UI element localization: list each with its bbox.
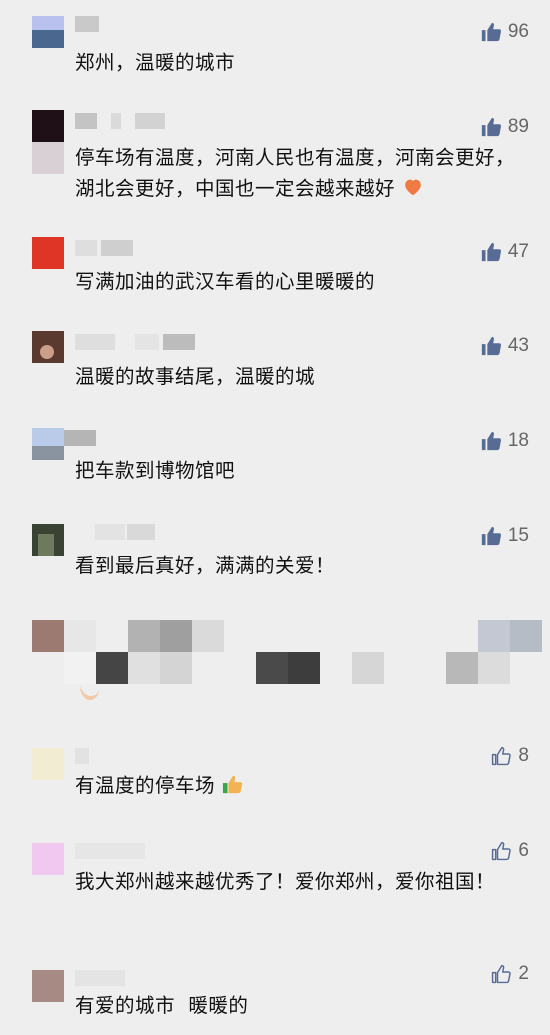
nickname-blurred[interactable] <box>75 970 125 986</box>
nickname-blurred[interactable] <box>75 334 195 350</box>
like-count: 96 <box>507 21 529 42</box>
like-count: 2 <box>518 963 529 984</box>
nickname-blurred[interactable] <box>75 240 133 256</box>
thumbs-up-icon <box>481 22 501 42</box>
thumbs-up-icon <box>481 336 501 356</box>
like-button[interactable]: 96 <box>480 20 529 44</box>
like-count: 18 <box>507 430 529 451</box>
nickname-blurred[interactable] <box>75 748 89 764</box>
avatar[interactable] <box>32 748 64 780</box>
thumbs-up-outline-icon <box>492 746 512 766</box>
like-button[interactable]: 43 <box>480 334 529 358</box>
avatar[interactable] <box>32 237 64 269</box>
avatar[interactable] <box>32 16 64 48</box>
comment-text: 写满加油的武汉车看的心里暖暖的 <box>75 270 376 293</box>
like-button[interactable]: 18 <box>480 429 529 453</box>
like-button[interactable]: 2 <box>490 962 529 986</box>
like-button[interactable]: 15 <box>480 524 529 548</box>
avatar[interactable] <box>32 331 64 363</box>
avatar[interactable] <box>32 970 64 1002</box>
nickname-blurred[interactable] <box>75 843 145 859</box>
avatar[interactable] <box>32 843 64 875</box>
comment-text-content: 停车场有温度，河南人民也有温度，河南会更好，湖北会更好，中国也一定会越来越好 <box>75 146 516 200</box>
nickname-blurred[interactable] <box>95 524 155 540</box>
like-count: 43 <box>507 335 529 356</box>
thumbs-up-icon <box>481 242 501 262</box>
avatar[interactable] <box>32 428 64 460</box>
thumbs-up-outline-icon <box>492 841 512 861</box>
comment-text: 把车款到博物馆吧 <box>75 459 236 482</box>
like-count: 89 <box>507 116 529 137</box>
heart-emoji <box>404 179 421 196</box>
comment-text: 我大郑州越来越优秀了！爱你郑州，爱你祖国！ <box>75 870 496 893</box>
like-button[interactable]: 8 <box>490 744 529 768</box>
thumbs-up-icon <box>481 431 501 451</box>
avatar[interactable] <box>32 110 64 142</box>
like-count: 8 <box>518 745 529 766</box>
thumbs-up-outline-icon <box>492 964 512 984</box>
nickname-blurred[interactable] <box>64 430 96 446</box>
thumbs-up-icon <box>481 526 501 546</box>
like-button[interactable]: 6 <box>490 839 529 863</box>
nickname-blurred[interactable] <box>75 16 99 32</box>
comment-text-content: 有温度的停车场 <box>75 774 216 797</box>
thumbs-up-emoji <box>222 775 242 794</box>
avatar[interactable] <box>32 524 64 556</box>
comment-text: 郑州，温暖的城市 <box>75 51 236 74</box>
comment-text: 有温度的停车场 <box>75 770 525 801</box>
comment-text: 看到最后真好，满满的关爱！ <box>75 554 336 577</box>
comment-text: 有爱的城市 暖暖的 <box>75 994 249 1017</box>
emoji-partial-icon <box>80 686 99 700</box>
avatar-lower <box>32 142 64 174</box>
like-count: 15 <box>507 525 529 546</box>
like-button[interactable]: 89 <box>480 115 529 139</box>
nickname-blurred[interactable] <box>75 113 165 129</box>
like-count: 6 <box>518 840 529 861</box>
avatar[interactable] <box>32 620 64 652</box>
comment-text: 温暖的故事结尾，温暖的城 <box>75 365 316 388</box>
like-button[interactable]: 47 <box>480 240 529 264</box>
comment-text: 停车场有温度，河南人民也有温度，河南会更好，湖北会更好，中国也一定会越来越好 <box>75 142 525 204</box>
like-count: 47 <box>507 241 529 262</box>
thumbs-up-icon <box>481 117 501 137</box>
